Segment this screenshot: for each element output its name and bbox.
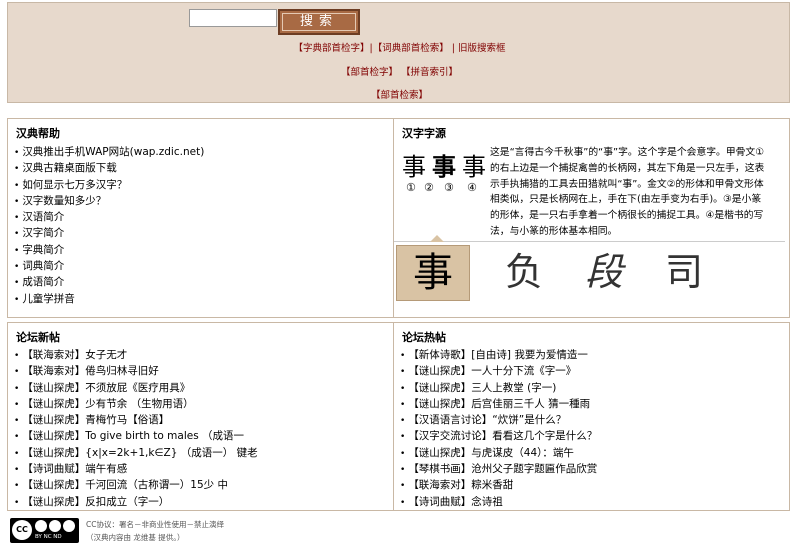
link-word-radical[interactable]: 【词典部首检索】	[373, 43, 449, 54]
separator: |	[451, 43, 455, 54]
search-area: 搜索 【字典部首检字】|【词典部首检索】 | 旧版搜索框 【部首检字】 【拼音索…	[7, 2, 790, 103]
forum-new-list: 【联海索对】女子无才 【联海索对】倦鸟归林寻旧好 【谜山探虎】不须放屁《医疗用具…	[14, 347, 258, 510]
list-item[interactable]: 【谜山探虎】To give birth to males （成语一	[14, 428, 258, 444]
list-item[interactable]: 【诗词曲赋】端午有感	[14, 461, 258, 477]
strip-item-selected[interactable]: 事	[396, 245, 470, 301]
ancient-char-3: 事	[462, 153, 486, 181]
forum-new-title: 论坛新帖	[16, 331, 60, 344]
list-item[interactable]: 【联海索对】倦鸟归林寻旧好	[14, 363, 258, 379]
help-and-origin-panel: 汉典帮助 汉典推出手机WAP网站(wap.zdic.net) 汉典古籍桌面版下载…	[7, 118, 790, 318]
link-dict-radical[interactable]: 【字典部首检字】	[293, 43, 369, 54]
list-item[interactable]: 汉典推出手机WAP网站(wap.zdic.net)	[14, 144, 204, 160]
help-title: 汉典帮助	[16, 127, 60, 140]
char-origin-section: 汉字字源 事 事 事 ① ② ③ ④ 这是“言得古今千秋事”的“事”字。这个字是…	[394, 119, 790, 317]
list-item[interactable]: 词典简介	[14, 258, 204, 274]
cc-license-badge[interactable]: CC BY NC ND	[10, 518, 79, 543]
list-item[interactable]: 【琴棋书画】沧州父子题字题匾作品欣赏	[400, 461, 597, 477]
nc-icon	[49, 520, 61, 532]
list-item[interactable]: 【谜山探虎】少有节余 （生物用语）	[14, 396, 258, 412]
search-button[interactable]: 搜索	[278, 9, 360, 35]
forum-hot-title: 论坛热帖	[402, 331, 446, 344]
list-item[interactable]: 【谜山探虎】不须放屁《医疗用具》	[14, 380, 258, 396]
list-item[interactable]: 如何显示七万多汉字？	[14, 177, 204, 193]
list-item[interactable]: 【联海索对】粽米香甜	[400, 477, 597, 493]
char-form-strip: 事 负 段 司	[394, 235, 785, 304]
list-item[interactable]: 汉语简介	[14, 209, 204, 225]
list-item[interactable]: 汉字简介	[14, 225, 204, 241]
list-item[interactable]: 【诗词曲赋】念诗祖	[400, 494, 597, 510]
strip-item[interactable]: 段	[569, 245, 639, 301]
license-text: CC协议：署名－非商业性使用－禁止演绎	[86, 520, 224, 529]
list-item[interactable]: 汉典古籍桌面版下载	[14, 160, 204, 176]
list-item[interactable]: 【谜山探虎】一人十分下流《字一》	[400, 363, 597, 379]
list-item[interactable]: 【谜山探虎】反扣成立（字一）	[14, 494, 258, 510]
by-icon	[35, 520, 47, 532]
ancient-char-2: 事	[432, 152, 456, 181]
index-links-row-2: 【部首检字】 【拼音索引】	[8, 64, 791, 78]
list-item[interactable]: 【汉语语言讨论】“炊饼”是什么？	[400, 412, 597, 428]
list-item[interactable]: 【新体诗歌】[自由诗] 我要为爱情造一	[400, 347, 597, 363]
circled-number: ①	[406, 181, 416, 194]
link-pinyin-index[interactable]: 【拼音索引】	[401, 67, 458, 78]
forum-hot-section: 论坛热帖 【新体诗歌】[自由诗] 我要为爱情造一 【谜山探虎】一人十分下流《字一…	[394, 323, 790, 510]
strip-pointer-icon	[430, 235, 444, 242]
link-radical-search[interactable]: 【部首检索】	[371, 90, 428, 101]
list-item[interactable]: 【谜山探虎】三人上教堂 (字一)	[400, 380, 597, 396]
cc-terms-label: BY NC ND	[35, 534, 62, 540]
list-item[interactable]: 【联海索对】女子无才	[14, 347, 258, 363]
list-item[interactable]: 儿童学拼音	[14, 291, 204, 307]
origin-description: 这是“言得古今千秋事”的“事”字。这个字是个会意字。甲骨文①的右上边是一个捕捉禽…	[490, 147, 765, 237]
list-item[interactable]: 字典简介	[14, 242, 204, 258]
link-radical-index[interactable]: 【部首检字】	[341, 67, 398, 78]
nd-icon	[63, 520, 75, 532]
ancient-char-1: 事	[402, 153, 426, 181]
list-item[interactable]: 【谜山探虎】与虎谋皮（44）：端午	[400, 445, 597, 461]
circled-number: ②	[424, 181, 434, 194]
circled-number: ④	[467, 181, 477, 194]
list-item[interactable]: 【汉字交流讨论】看看这几个字是什么？	[400, 428, 597, 444]
list-item[interactable]: 汉字数量知多少？	[14, 193, 204, 209]
list-item[interactable]: 【谜山探虎】{x|x=2k+1,k∈Z} （成语一） 键老	[14, 445, 257, 461]
list-item[interactable]: 【谜山探虎】千河回流（古称谓一）15少 中	[14, 477, 258, 493]
link-old-search[interactable]: 旧版搜索框	[458, 43, 506, 54]
strip-item[interactable]: 负	[489, 245, 559, 301]
search-input[interactable]	[189, 9, 277, 27]
help-list: 汉典推出手机WAP网站(wap.zdic.net) 汉典古籍桌面版下载 如何显示…	[14, 144, 204, 307]
strip-item[interactable]: 司	[649, 245, 719, 301]
content-credit-text: （汉典内容由 龙维基 提供。）	[86, 533, 185, 542]
list-item[interactable]: 成语简介	[14, 274, 204, 290]
forum-hot-list: 【新体诗歌】[自由诗] 我要为爱情造一 【谜山探虎】一人十分下流《字一》 【谜山…	[400, 347, 597, 510]
index-links-row-3: 【部首检索】	[8, 87, 791, 101]
char-evolution-image: 事 事 事 ① ② ③ ④	[402, 147, 486, 195]
list-item[interactable]: 【谜山探虎】后宫佳丽三千人 猜一種雨	[400, 396, 597, 412]
cc-logo-icon: CC	[12, 520, 32, 540]
index-links-row-1: 【字典部首检字】|【词典部首检索】 | 旧版搜索框	[8, 40, 791, 54]
origin-title: 汉字字源	[402, 127, 446, 140]
list-item[interactable]: 【谜山探虎】青梅竹马【俗语】	[14, 412, 258, 428]
forum-panel: 论坛新帖 【联海索对】女子无才 【联海索对】倦鸟归林寻旧好 【谜山探虎】不须放屁…	[7, 322, 790, 511]
circled-number: ③	[444, 181, 454, 194]
